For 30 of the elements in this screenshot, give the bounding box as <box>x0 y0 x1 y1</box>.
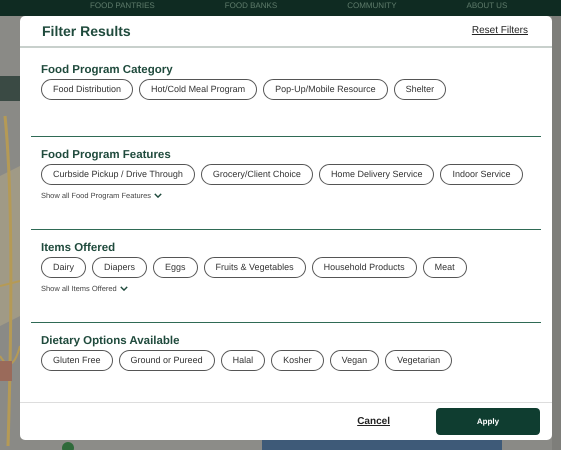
filter-chip[interactable]: Shelter <box>394 78 446 100</box>
filter-chip[interactable]: Grocery/Client Choice <box>200 164 313 185</box>
cancel-link[interactable]: Cancel <box>357 416 390 427</box>
filter-chip[interactable]: Halal <box>220 350 266 371</box>
filter-chip[interactable]: Curbside Pickup / Drive Through <box>41 164 195 185</box>
filter-chip[interactable]: Dairy <box>41 256 86 278</box>
filter-chip[interactable]: Ground or Pureed <box>118 350 215 371</box>
apply-button[interactable]: Apply <box>436 408 540 435</box>
reset-filters-link[interactable]: Reset Filters <box>472 25 528 36</box>
section-title: Dietary Options Available <box>41 334 180 347</box>
dialog-title: Filter Results <box>42 22 131 39</box>
filter-chip[interactable]: Food Distribution <box>41 78 134 100</box>
filter-chip[interactable]: Gluten Free <box>41 350 113 371</box>
filter-chip[interactable]: Vegetarian <box>385 350 452 371</box>
chevron-down-icon <box>154 192 162 198</box>
filter-chip[interactable]: Pop-Up/Mobile Resource <box>263 78 388 100</box>
filter-chip[interactable]: Vegan <box>330 350 380 371</box>
filter-chip[interactable]: Eggs <box>153 256 198 278</box>
filter-chip[interactable]: Indoor Service <box>440 164 522 185</box>
chevron-down-icon <box>120 286 128 291</box>
section-title: Food Program Features <box>41 148 172 161</box>
filter-chip[interactable]: Kosher <box>271 350 324 371</box>
filter-chip[interactable]: Meat <box>422 256 467 278</box>
section-title: Items Offered <box>41 242 116 254</box>
filter-chip[interactable]: Home Delivery Service <box>318 164 434 185</box>
filter-chip[interactable]: Diapers <box>92 256 148 278</box>
filter-chip[interactable]: Hot/Cold Meal Program <box>139 78 258 100</box>
section-title: Food Program Category <box>41 64 174 76</box>
filter-chip[interactable]: Household Products <box>312 256 417 278</box>
filter-chip[interactable]: Fruits & Vegetables <box>204 256 306 278</box>
